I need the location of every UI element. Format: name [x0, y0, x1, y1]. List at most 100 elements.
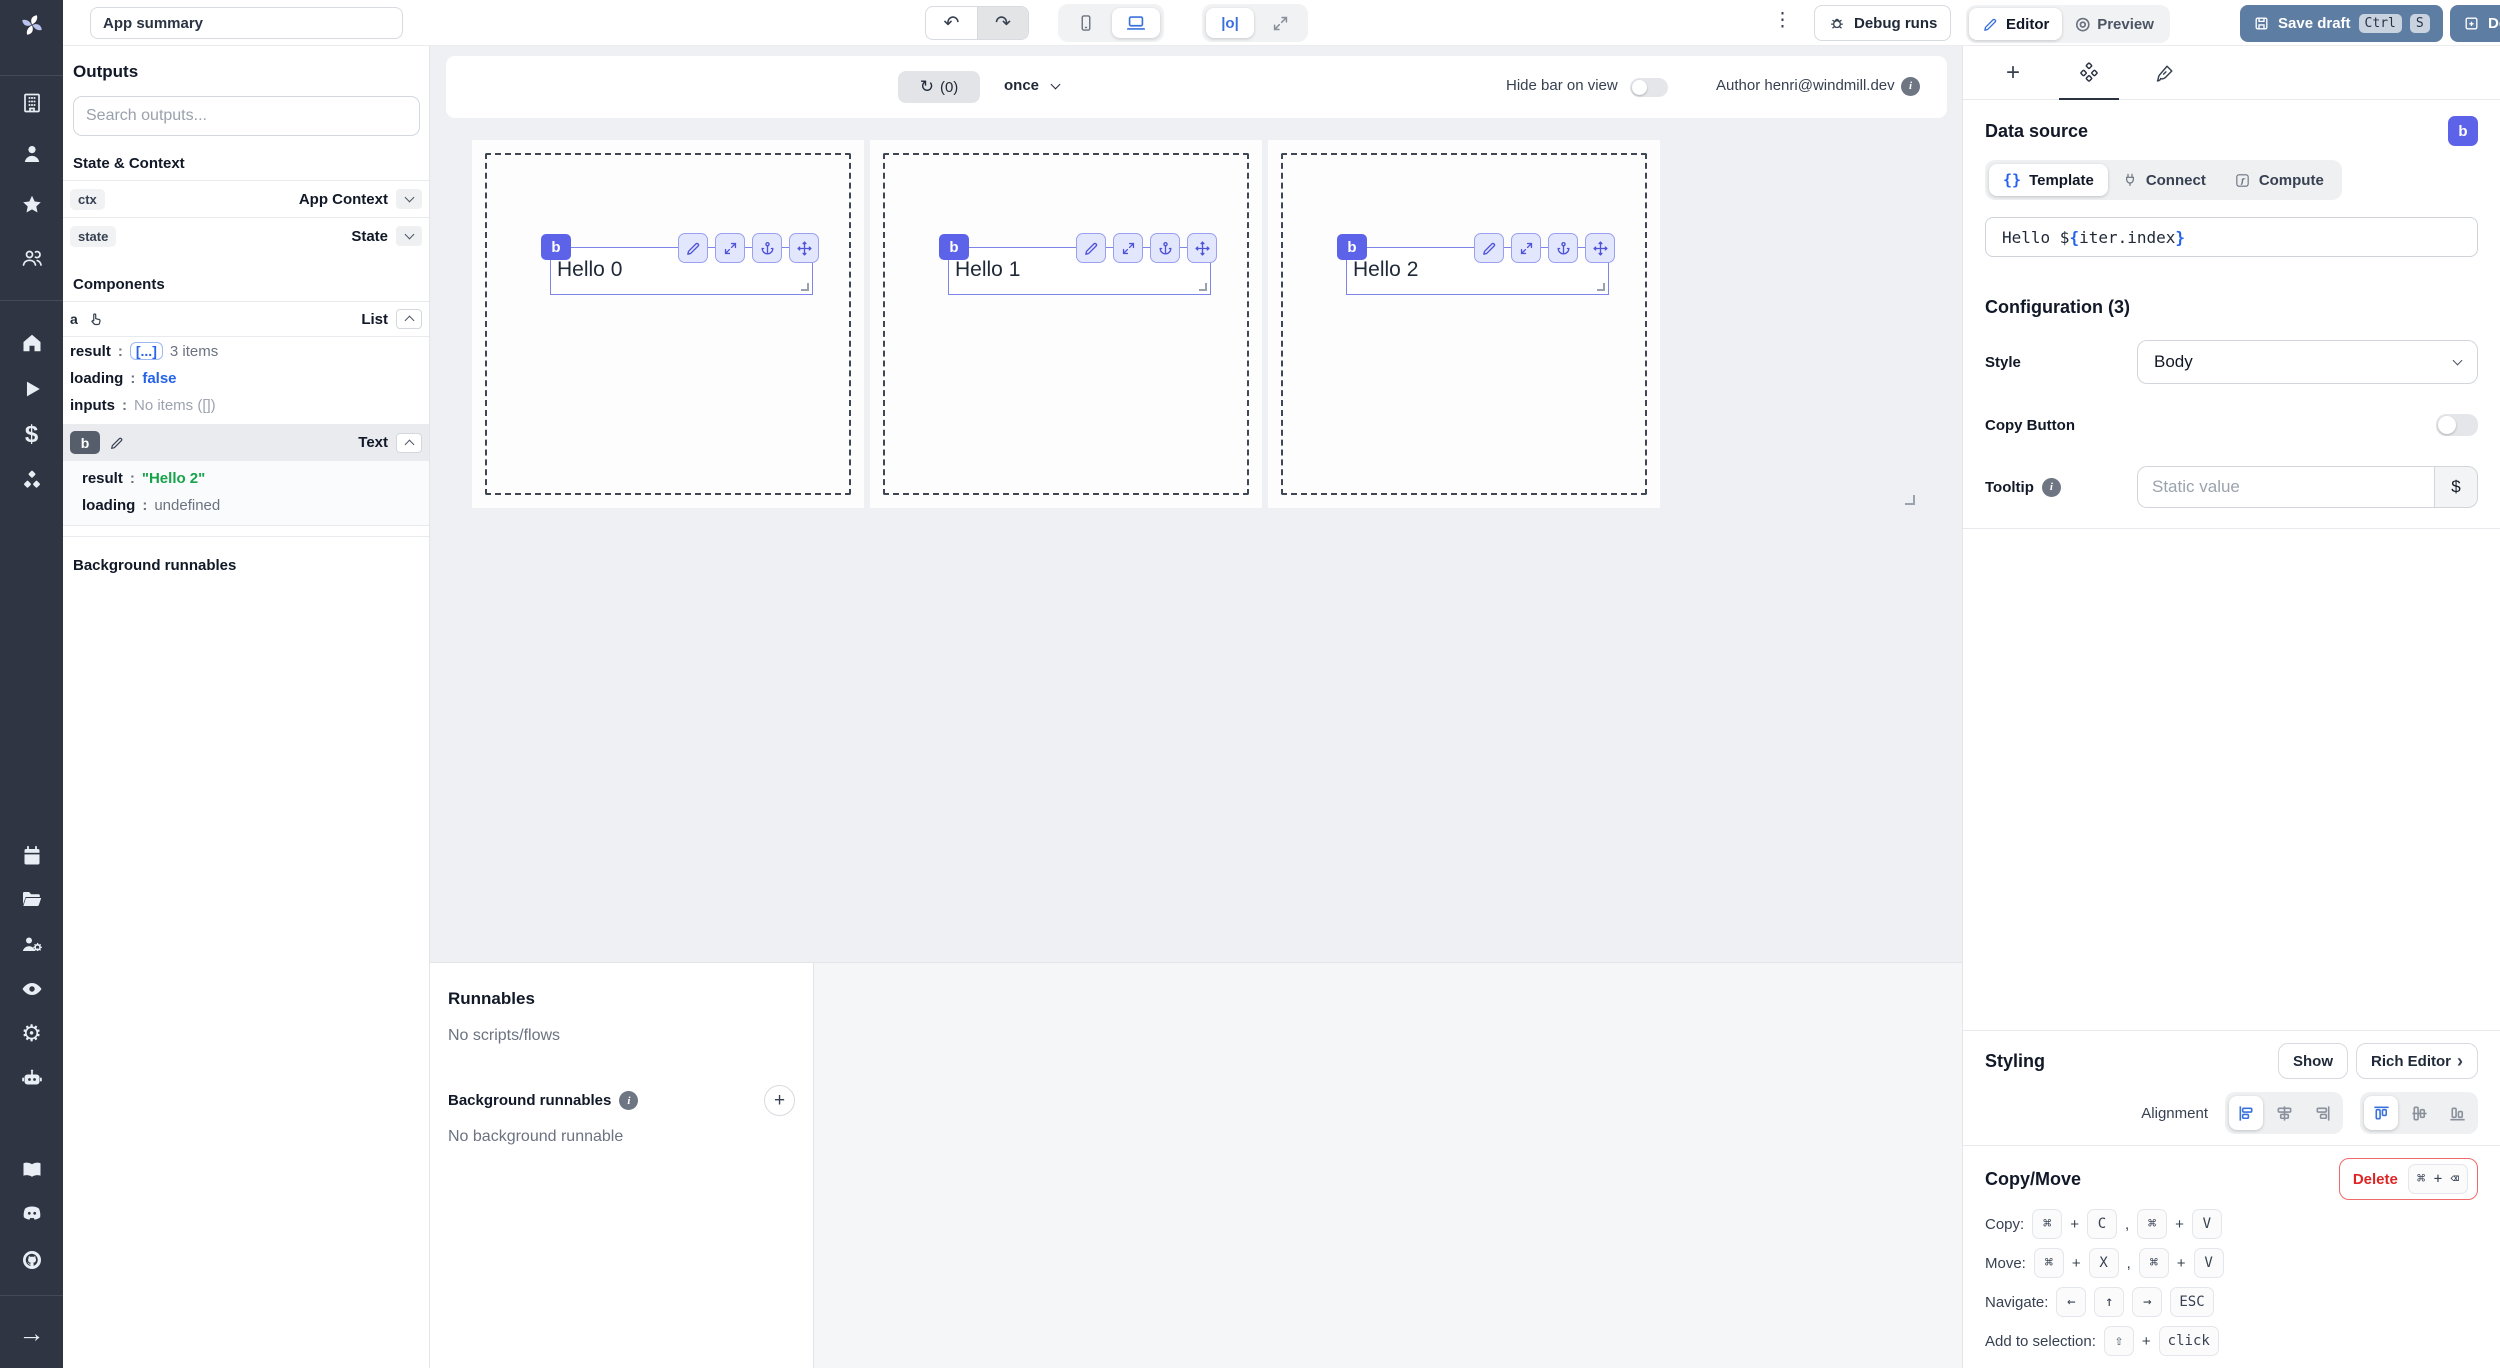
insert-component-tab[interactable]: + [1975, 46, 2051, 99]
move-icon[interactable] [789, 233, 819, 263]
settings-gear-icon[interactable]: ⚙ [19, 1020, 45, 1046]
connect-tab[interactable]: Connect [2108, 164, 2220, 196]
show-styling-button[interactable]: Show [2277, 1043, 2348, 1079]
list-cell-0[interactable]: b Hello 0 [472, 140, 864, 508]
text-component-1[interactable]: b Hello 1 [939, 233, 1217, 295]
editor-preview-toggle: Editor ◎ Preview [1966, 5, 2170, 43]
groups-icon[interactable] [19, 245, 45, 271]
schedules-calendar-icon[interactable] [19, 843, 45, 869]
refresh-button[interactable]: ↻ (0) [898, 71, 980, 103]
resize-handle[interactable] [801, 283, 809, 291]
undo-button[interactable]: ↶ [926, 7, 977, 39]
edit-pencil-icon[interactable] [1474, 233, 1504, 263]
discord-icon[interactable] [19, 1200, 45, 1226]
resize-handle[interactable] [1597, 283, 1605, 291]
styling-brush-tab[interactable] [2127, 46, 2203, 99]
edit-pencil-icon[interactable] [678, 233, 708, 263]
background-runnables-info-icon[interactable]: i [619, 1091, 639, 1110]
deploy-button[interactable]: Deploy [2450, 5, 2500, 42]
resize-handle[interactable] [1199, 283, 1207, 291]
component-a-collapse[interactable] [396, 309, 422, 329]
runs-play-icon[interactable] [19, 376, 45, 402]
ctx-row[interactable]: ctx App Context [63, 180, 429, 217]
compute-tab[interactable]: f Compute [2220, 164, 2338, 196]
anchor-icon[interactable] [752, 233, 782, 263]
align-left-button[interactable] [2229, 1096, 2263, 1130]
align-center-v-button[interactable] [2402, 1096, 2436, 1130]
resources-icon[interactable] [19, 468, 45, 494]
anchor-icon[interactable] [1548, 233, 1578, 263]
list-cell-2[interactable]: b Hello 2 [1268, 140, 1660, 508]
preview-tab[interactable]: ◎ Preview [2062, 8, 2167, 40]
app-summary-input[interactable] [90, 7, 403, 39]
delete-button[interactable]: Delete ⌘ + ⌫ [2338, 1158, 2478, 1200]
grid-resize-handle[interactable] [1905, 495, 1915, 505]
redo-button[interactable]: ↷ [977, 7, 1028, 39]
align-right-button[interactable] [2305, 1096, 2339, 1130]
align-center-h-button[interactable] [2267, 1096, 2301, 1130]
folders-icon[interactable] [19, 886, 45, 912]
text-component-2[interactable]: b Hello 2 [1337, 233, 1615, 295]
a-result-row[interactable]: result : [...] 3 items [63, 337, 429, 365]
search-outputs-input[interactable] [73, 96, 420, 136]
list-cell-1[interactable]: b Hello 1 [870, 140, 1262, 508]
anchor-icon[interactable] [1150, 233, 1180, 263]
audit-eye-icon[interactable] [19, 976, 45, 1002]
state-row[interactable]: state State [63, 217, 429, 254]
save-draft-button[interactable]: Save draft Ctrl S [2240, 5, 2443, 42]
variables-dollar-icon[interactable]: $ [19, 421, 45, 448]
hide-bar-toggle[interactable] [1630, 78, 1668, 97]
expand-icon[interactable] [715, 233, 745, 263]
dynamic-value-button[interactable]: $ [2434, 466, 2478, 508]
desktop-view-button[interactable] [1112, 8, 1160, 38]
editor-tab[interactable]: Editor [1969, 8, 2063, 40]
workers-icon[interactable] [19, 931, 45, 957]
ctx-expand-chevron[interactable] [396, 189, 422, 209]
component-a-header[interactable]: a List [63, 301, 429, 337]
add-background-runnable-button[interactable]: + [764, 1085, 795, 1116]
chevron-down-icon [2452, 355, 2463, 366]
array-chip[interactable]: [...] [129, 342, 163, 360]
edit-pencil-icon[interactable] [1076, 233, 1106, 263]
style-select[interactable]: Body [2137, 340, 2478, 384]
component-b-collapse[interactable] [396, 432, 422, 453]
template-tab[interactable]: {} Template [1989, 164, 2108, 196]
fullscreen-button[interactable] [1256, 8, 1304, 38]
kbd-ctrl: Ctrl [2358, 14, 2402, 33]
mobile-view-button[interactable] [1062, 8, 1110, 38]
workspace-icon[interactable] [19, 90, 45, 116]
user-icon[interactable] [19, 141, 45, 167]
component-settings-tab[interactable] [2051, 46, 2127, 100]
collapse-arrow-icon[interactable]: → [19, 1318, 45, 1348]
expand-icon[interactable] [1113, 233, 1143, 263]
windmill-logo-icon[interactable] [19, 12, 45, 38]
template-code-input[interactable]: Hello ${iter.index} [1985, 217, 2478, 257]
align-top-button[interactable] [2364, 1096, 2398, 1130]
debug-runs-button[interactable]: Debug runs [1814, 5, 1952, 41]
tooltip-input[interactable] [2137, 466, 2434, 508]
docs-book-icon[interactable] [19, 1157, 45, 1183]
move-icon[interactable] [1585, 233, 1615, 263]
center-canvas-button[interactable]: |o| [1206, 8, 1254, 38]
kebab-menu-icon[interactable]: ⋮ [1773, 9, 1793, 32]
state-expand-chevron[interactable] [396, 226, 422, 246]
edit-pencil-icon[interactable] [109, 435, 125, 451]
author-info-icon[interactable]: i [1901, 76, 1920, 96]
tooltip-info-icon[interactable]: i [2041, 477, 2061, 497]
github-icon[interactable] [19, 1247, 45, 1273]
rich-editor-button[interactable]: Rich Editor › [2355, 1043, 2478, 1079]
text-component-0[interactable]: b Hello 0 [541, 233, 819, 295]
move-icon[interactable] [1187, 233, 1217, 263]
favorites-star-icon[interactable] [19, 192, 45, 218]
frequency-dropdown[interactable]: once [1004, 77, 1061, 94]
app-canvas[interactable]: ↻ (0) once Hide bar on view Author henri… [430, 46, 1962, 962]
ai-robot-icon[interactable] [19, 1065, 45, 1091]
align-bottom-button[interactable] [2440, 1096, 2474, 1130]
kbd-v: V [2193, 1248, 2224, 1278]
copy-button-toggle[interactable] [2436, 414, 2478, 436]
expand-icon[interactable] [1511, 233, 1541, 263]
add-selection-shortcut-row: Add to selection: ⇧ + click [1985, 1326, 2478, 1356]
home-icon[interactable] [19, 330, 45, 356]
component-b-header[interactable]: b Text [63, 424, 429, 461]
state-context-title: State & Context [73, 155, 185, 172]
